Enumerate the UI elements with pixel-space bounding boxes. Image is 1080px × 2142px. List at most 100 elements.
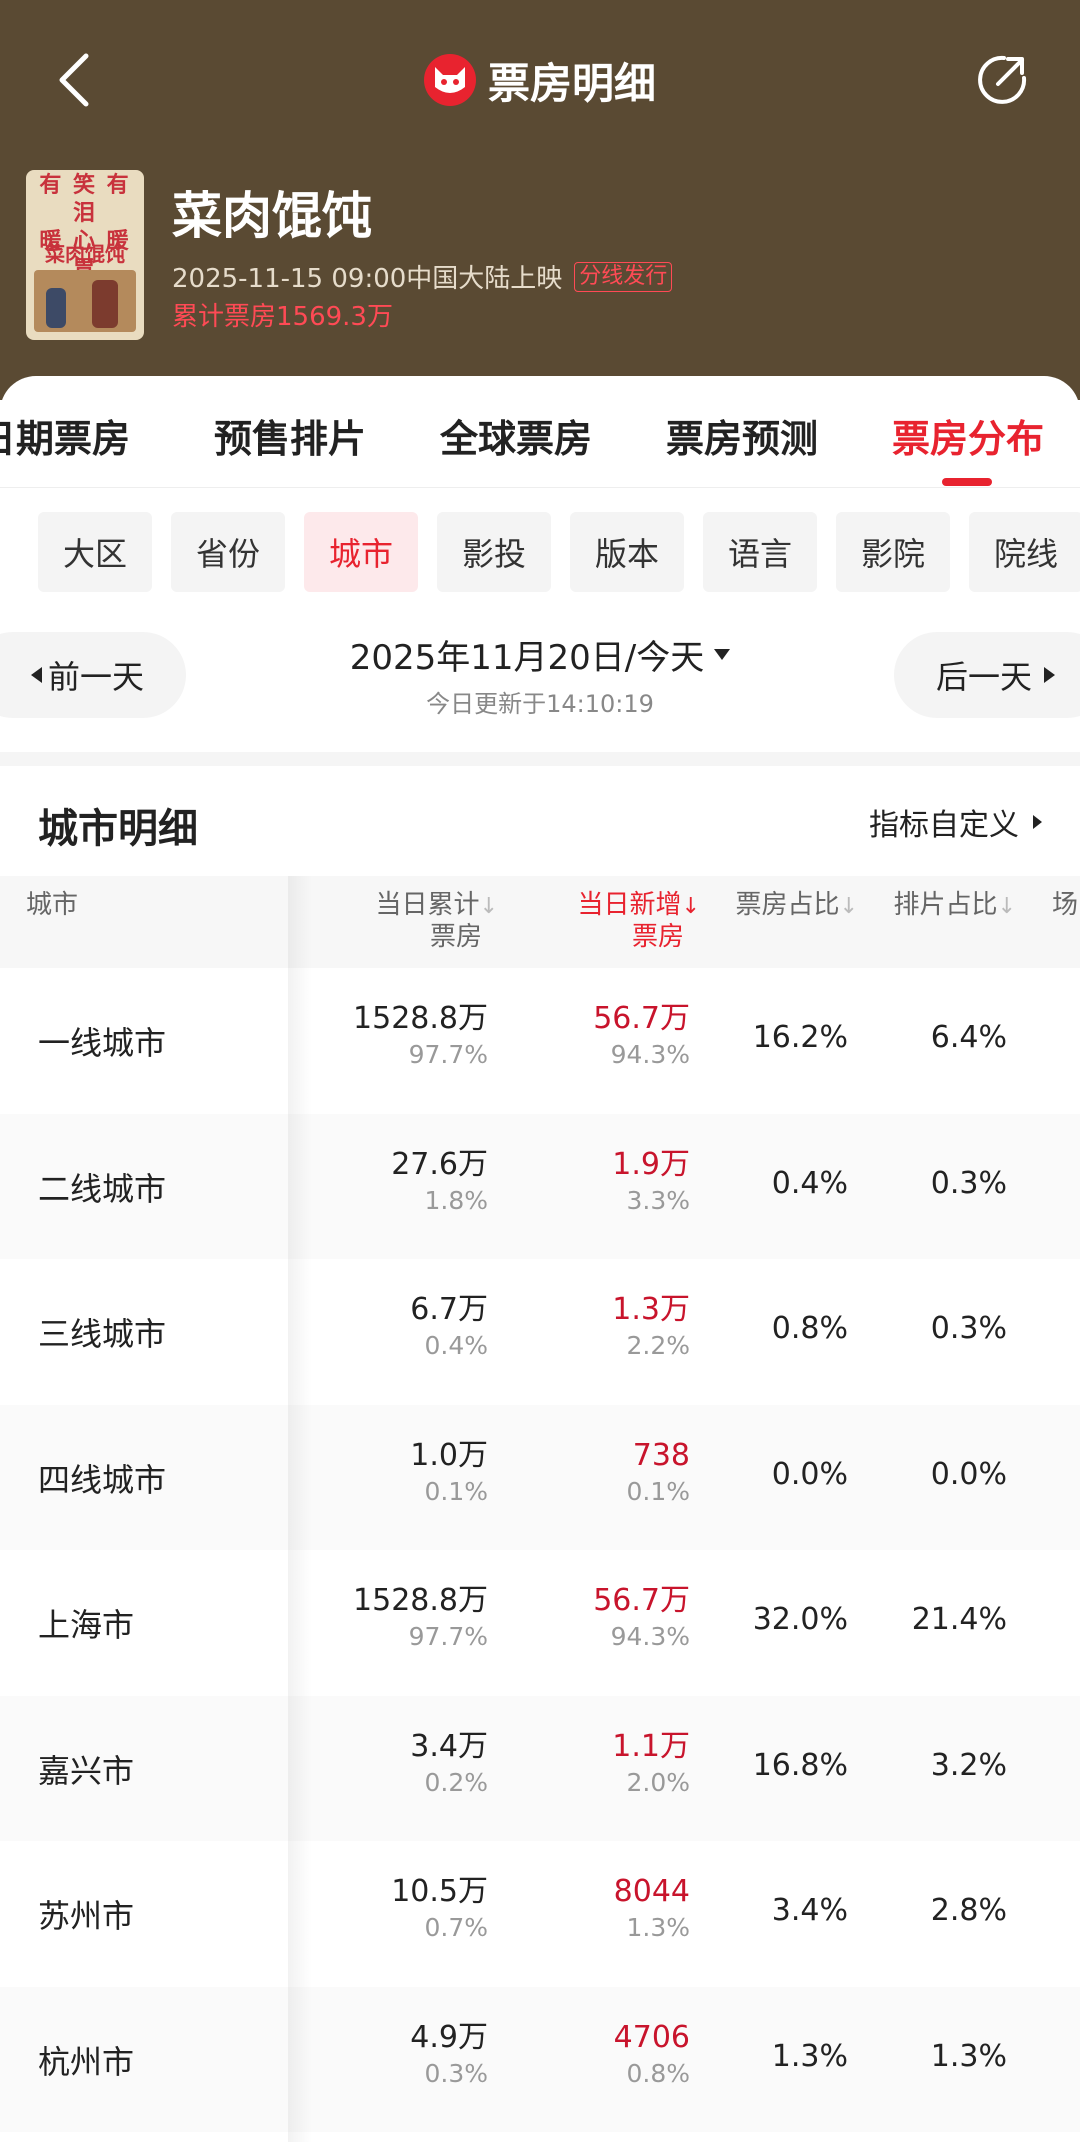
cumulative-value: 1528.8万 [353,1001,488,1036]
showtime-share: 0.0% [930,1456,1007,1492]
tab-global-box-office[interactable]: 全球票房 [440,408,592,463]
new-value: 56.7万 [593,1001,690,1036]
cumulative-percent: 0.7% [424,1913,488,1942]
table-row[interactable]: 四线城市 1.0万 0.1% 738 0.1% 0.0% 0.0% [0,1404,1080,1550]
new-percent: 0.1% [626,1476,690,1506]
tab-indicator [942,478,992,486]
cumulative-box-office-cell: 1528.8万 97.7% [353,1000,488,1072]
header-new-box-office[interactable]: 当日新增↓ 票房 [578,890,700,952]
showtime-share: 21.4% [911,1602,1007,1637]
cumulative-value: 10.5万 [391,1874,488,1909]
caret-down-icon [714,649,731,660]
new-percent: 0.8% [626,2058,690,2088]
table-row[interactable]: 一线城市 1528.8万 97.7% 56.7万 94.3% 16.2% 6.4% [0,968,1080,1114]
tab-bar: 日期票房 预售排片 全球票房 票房预测 票房分布 [0,376,1080,488]
cumulative-percent: 0.4% [424,1331,488,1360]
table-body: 一线城市 1528.8万 97.7% 56.7万 94.3% 16.2% 6.4% 二线城市 2… [0,968,1080,2132]
table-row[interactable]: 三线城市 6.7万 0.4% 1.3万 2.2% 0.8% 0.3% [0,1259,1080,1405]
new-percent: 2.0% [626,1767,690,1797]
movie-meta: 2025-11-15 09:00中国大陆上映 分线发行 [172,258,673,295]
box-office-share: 16.2% [752,1020,848,1055]
sort-icon: ↓ [479,894,498,919]
tab-daily-box-office[interactable]: 日期票房 [0,408,130,463]
cumulative-box-office-cell: 6.7万 0.4% [410,1291,488,1363]
new-box-office-cell: 1.9万 3.3% [612,1146,690,1218]
share-icon[interactable] [974,52,1030,108]
chip-region[interactable]: 大区 [38,512,152,592]
tab-presale-schedule[interactable]: 预售排片 [214,408,366,463]
header-showtime-share[interactable]: 排片占比↓ [894,890,1016,922]
chip-city[interactable]: 城市 [304,512,418,592]
header-more[interactable]: 场 [1052,890,1078,920]
table-row[interactable]: 苏州市 10.5万 0.7% 8044 1.3% 3.4% 2.8% [0,1841,1080,1987]
chip-cinema-investor[interactable]: 影投 [437,512,551,592]
box-office-share: 0.4% [771,1165,848,1201]
table-header: 城市 当日累计↓ 票房 当日新增↓ 票房 票房占比↓ 排片占比↓ 场 [0,876,1080,968]
box-office-share: 1.3% [771,2038,848,2074]
cat-logo-icon [423,54,476,106]
new-box-office-cell: 1.1万 2.0% [612,1728,690,1800]
header-city[interactable]: 城市 [26,890,78,920]
box-office-share: 0.8% [771,1311,848,1346]
new-value: 738 [632,1437,690,1473]
city-name: 苏州市 [38,1897,135,1935]
cumulative-percent: 0.2% [424,1767,488,1797]
new-percent: 94.3% [610,1622,690,1651]
table-row[interactable]: 上海市 1528.8万 97.7% 56.7万 94.3% 32.0% 21.4% [0,1550,1080,1696]
release-info: 2025-11-15 09:00中国大陆上映 [172,264,563,294]
next-day-label: 后一天 [936,658,1033,696]
showtime-share: 1.3% [930,2038,1007,2074]
custom-metric-button[interactable]: 指标自定义 [869,800,1042,844]
sort-icon: ↓ [839,894,858,919]
cumulative-box-office-cell: 3.4万 0.2% [410,1728,488,1800]
sort-icon: ↓ [681,894,700,919]
chip-language[interactable]: 语言 [703,512,817,592]
new-value: 1.3万 [612,1292,690,1327]
cumulative-box-office-cell: 4.9万 0.3% [410,2019,488,2091]
cumulative-box-office-cell: 10.5万 0.7% [391,1873,488,1945]
showtime-share: 6.4% [930,1020,1007,1055]
new-value: 1.1万 [612,1728,690,1764]
new-box-office-cell: 738 0.1% [626,1437,690,1509]
distribution-badge: 分线发行 [574,261,673,292]
movie-poster[interactable]: 有 笑 有 泪 暖 心 暖 胃 菜肉馄饨 [26,170,144,340]
table-row[interactable]: 嘉兴市 3.4万 0.2% 1.1万 2.0% 16.8% 3.2% [0,1695,1080,1841]
new-box-office-cell: 4706 0.8% [614,2019,690,2091]
cumulative-percent: 1.8% [424,1185,488,1215]
cumulative-percent: 0.3% [424,2058,488,2088]
chip-version[interactable]: 版本 [570,512,684,592]
box-office-share: 3.4% [771,1893,848,1928]
caret-right-icon [1044,667,1056,683]
date-label: 2025年11月20日/今天 [349,638,705,678]
table-row[interactable]: 二线城市 27.6万 1.8% 1.9万 3.3% 0.4% 0.3% [0,1113,1080,1259]
new-percent: 1.3% [626,1913,690,1942]
new-percent: 3.3% [626,1185,690,1215]
city-name: 嘉兴市 [38,1751,135,1790]
city-name: 杭州市 [38,2042,135,2081]
city-name: 二线城市 [38,1169,167,1208]
table-row[interactable]: 杭州市 4.9万 0.3% 4706 0.8% 1.3% 1.3% [0,1986,1080,2132]
chip-cinema-chain[interactable]: 院线 [969,512,1080,592]
poster-title: 菜肉馄饨 [45,242,125,266]
cumulative-value: 4.9万 [410,2019,488,2055]
new-box-office-cell: 1.3万 2.2% [612,1291,690,1363]
box-office-share: 0.0% [771,1456,848,1492]
showtime-share: 3.2% [930,1747,1007,1783]
chip-province[interactable]: 省份 [171,512,285,592]
showtime-share: 0.3% [930,1165,1007,1201]
poster-tagline: 有 笑 有 泪 暖 心 暖 胃 [39,173,131,282]
new-box-office-cell: 56.7万 94.3% [593,1582,690,1654]
cumulative-box-office-cell: 1.0万 0.1% [410,1437,488,1509]
tab-box-office-forecast[interactable]: 票房预测 [666,408,818,463]
chip-cinema[interactable]: 影院 [836,512,950,592]
header-cumulative-box-office[interactable]: 当日累计↓ 票房 [376,890,498,952]
cumulative-value: 3.4万 [410,1728,488,1764]
showtime-share: 2.8% [930,1893,1007,1928]
tab-box-office-distribution[interactable]: 票房分布 [892,408,1044,463]
new-value: 1.9万 [612,1146,690,1182]
header-box-office-share[interactable]: 票房占比↓ [736,890,858,922]
city-name: 四线城市 [38,1460,167,1499]
cumulative-box-office-cell: 27.6万 1.8% [391,1146,488,1218]
new-value: 4706 [613,2019,690,2055]
next-day-button[interactable]: 后一天 [894,632,1080,718]
